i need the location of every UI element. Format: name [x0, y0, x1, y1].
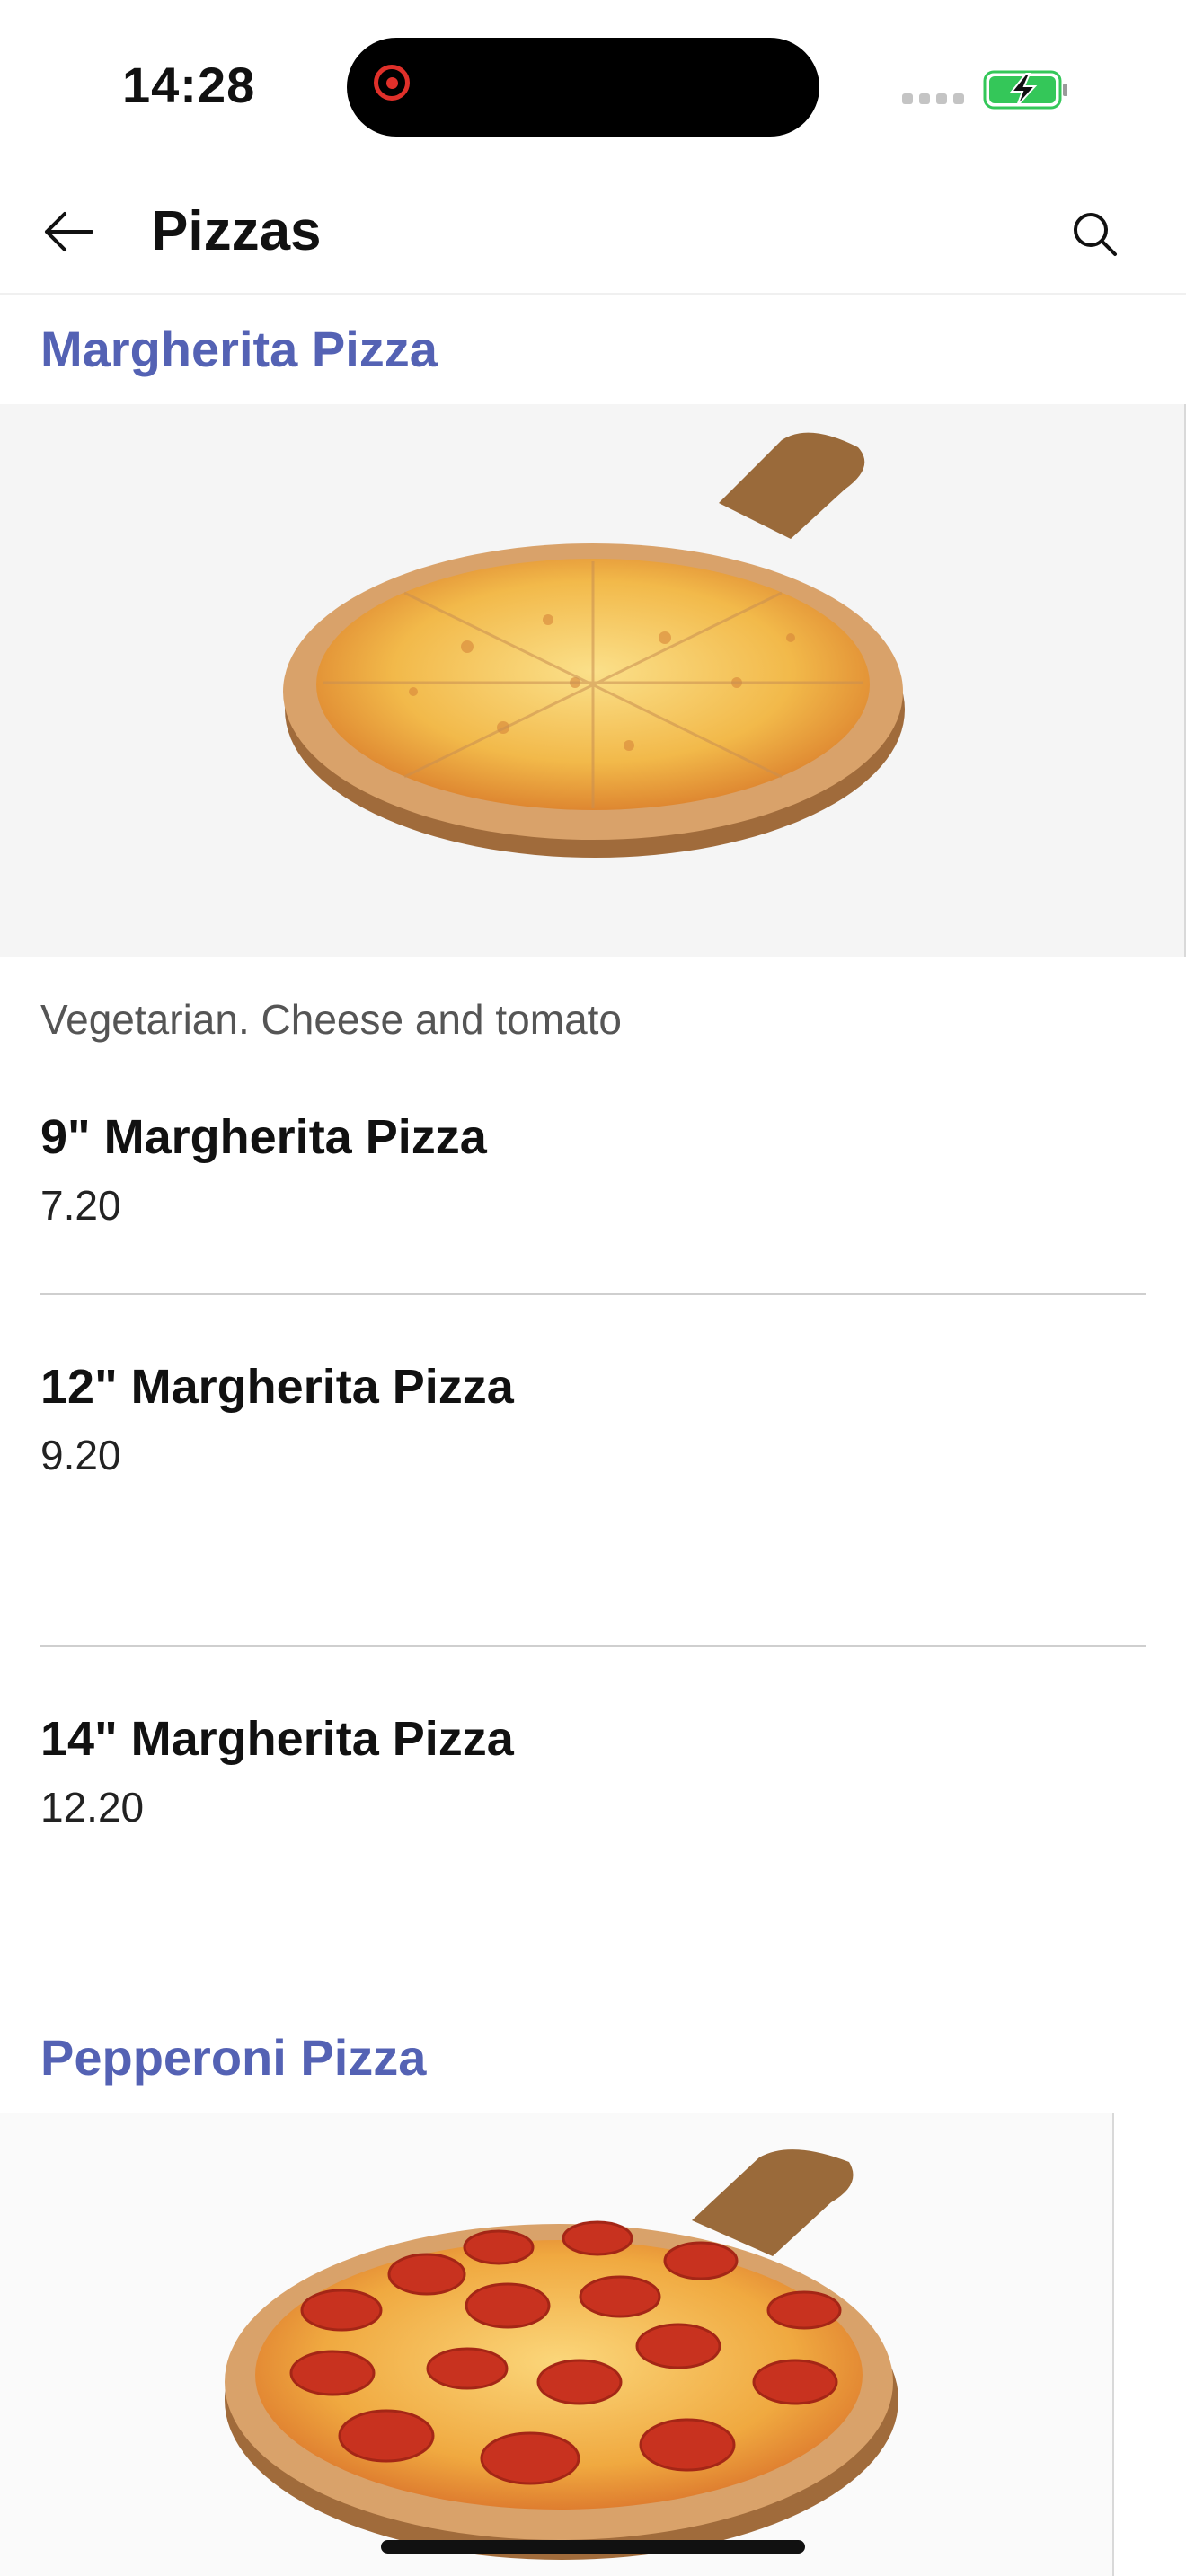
search-icon [1074, 213, 1117, 256]
variant-row[interactable]: 12" Margherita Pizza 9.20 [40, 1358, 1146, 1482]
back-arrow-icon [45, 212, 93, 251]
variant-price: 7.20 [40, 1182, 121, 1229]
divider [40, 1293, 1146, 1295]
image-edge [1112, 2113, 1114, 2576]
margherita-pizza-illustration [283, 432, 905, 858]
variant-price: 9.20 [40, 1432, 121, 1478]
variant-row[interactable]: 14" Margherita Pizza 12.20 [40, 1710, 1146, 1834]
home-indicator[interactable] [381, 2540, 805, 2554]
dynamic-island [347, 38, 819, 137]
back-button[interactable] [36, 199, 101, 264]
page-title: Pizzas [151, 200, 322, 262]
variant-price: 12.20 [40, 1784, 145, 1831]
divider [40, 1645, 1146, 1647]
recording-icon [374, 65, 410, 101]
section-description: Vegetarian. Cheese and tomato [40, 996, 623, 1043]
section-title-pepperoni: Pepperoni Pizza [40, 2029, 427, 2086]
variant-name: 14" Margherita Pizza [40, 1712, 514, 1766]
section-title-margherita: Margherita Pizza [40, 321, 438, 377]
search-button[interactable] [1060, 199, 1128, 268]
variant-name: 12" Margherita Pizza [40, 1360, 514, 1414]
app-bar: Pizzas [0, 171, 1186, 295]
status-bar: 14:28 [0, 0, 1186, 171]
pepperoni-image[interactable] [0, 2113, 1114, 2576]
status-time: 14:28 [122, 57, 256, 113]
margherita-image[interactable] [0, 404, 1186, 957]
variant-row[interactable]: 9" Margherita Pizza 7.20 [40, 1108, 1146, 1232]
pepperoni-pizza-illustration [225, 2149, 898, 2560]
signal-icon [902, 93, 964, 104]
variant-name: 9" Margherita Pizza [40, 1110, 487, 1164]
battery-charging-icon [983, 70, 1067, 110]
